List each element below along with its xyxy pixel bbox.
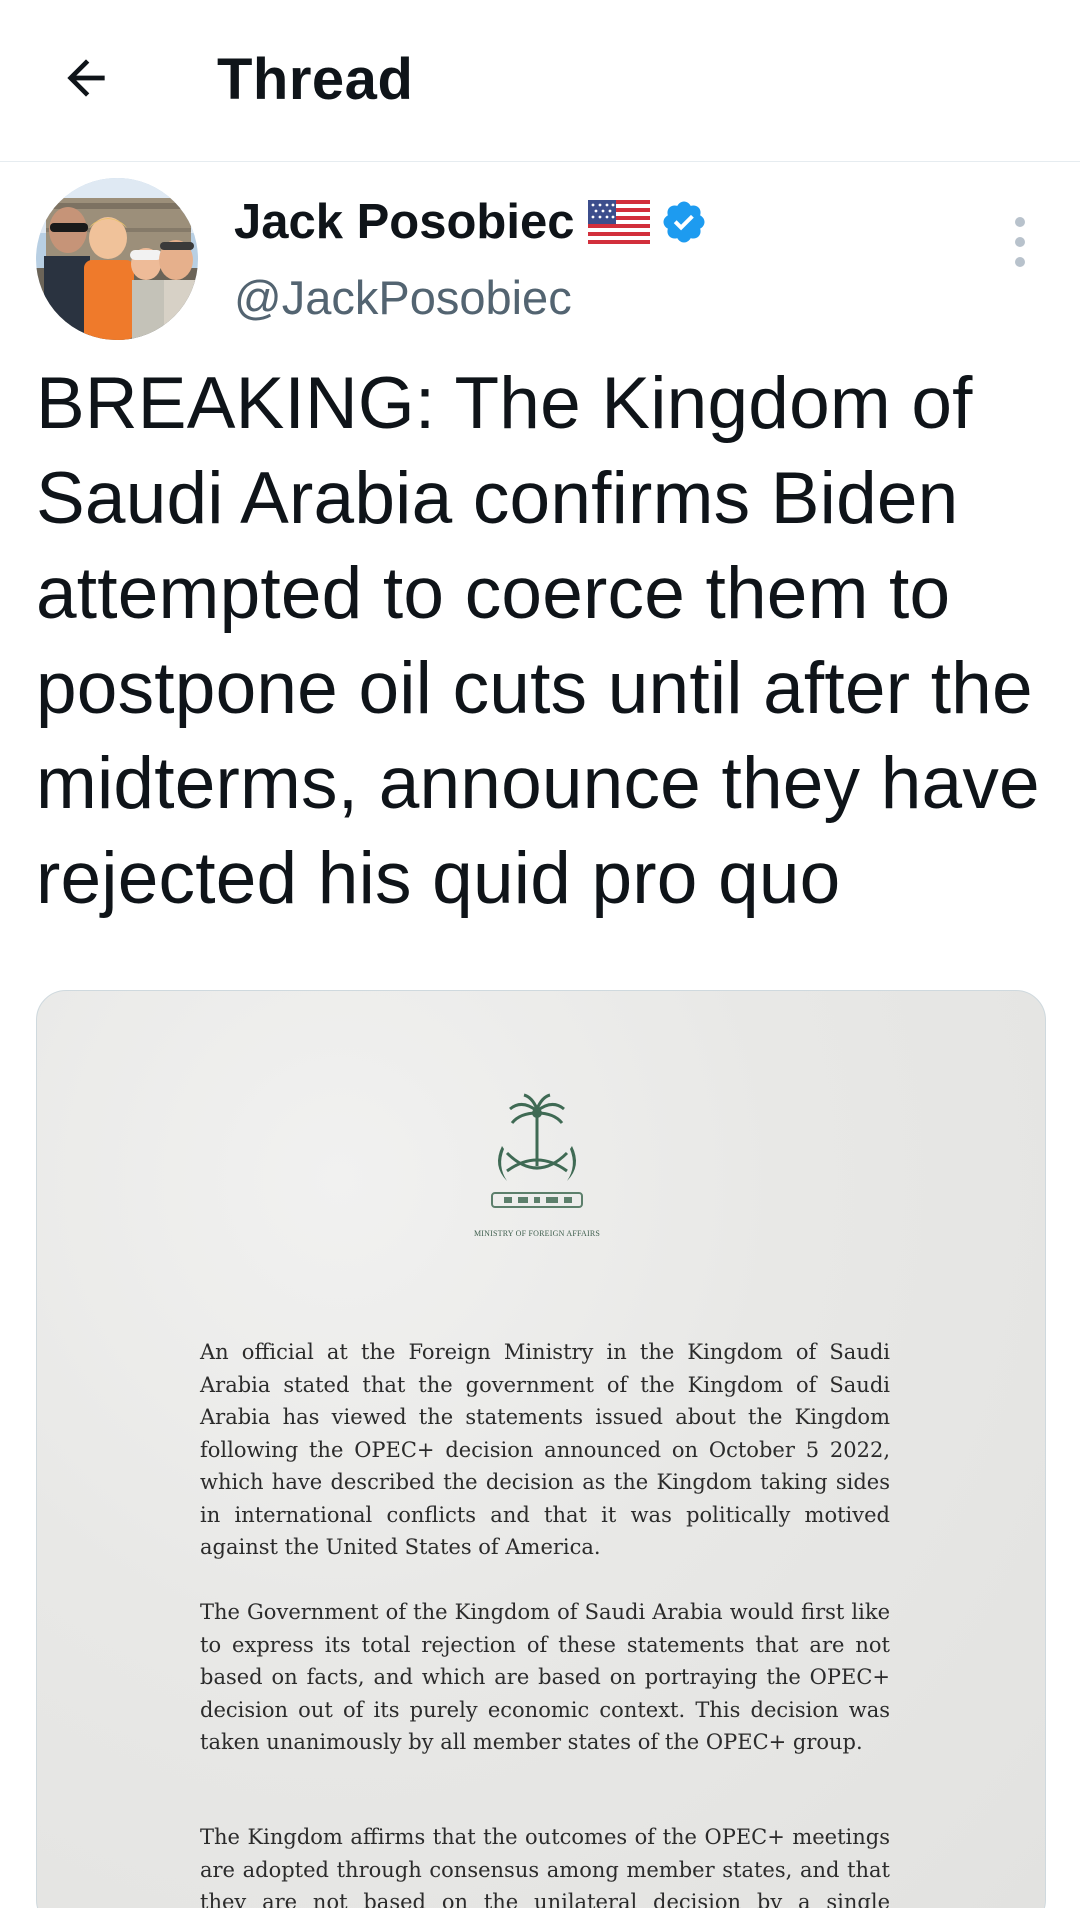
- tweet-media-image[interactable]: MINISTRY OF FOREIGN AFFAIRS An official …: [36, 990, 1046, 1908]
- author-handle[interactable]: @JackPosobiec: [234, 270, 572, 325]
- avatar[interactable]: [36, 178, 198, 340]
- back-button[interactable]: [52, 44, 120, 112]
- author-name-row[interactable]: Jack Posobiec: [234, 194, 708, 250]
- ministry-label: MINISTRY OF FOREIGN AFFAIRS: [473, 1229, 601, 1238]
- document-paragraph: An official at the Foreign Ministry in t…: [200, 1340, 890, 1559]
- us-flag-icon: [588, 200, 651, 244]
- author-name[interactable]: Jack Posobiec: [234, 194, 574, 250]
- tweet-author: Jack Posobiec @JackPosobiec: [0, 178, 1080, 348]
- document-paragraph: The Kingdom affirms that the outcomes of…: [200, 1825, 890, 1908]
- verified-badge-icon: [663, 201, 705, 243]
- page-title: Thread: [217, 47, 414, 112]
- arrow-left-icon: [67, 59, 105, 97]
- more-options-button[interactable]: [1000, 202, 1040, 282]
- tweet-text: BREAKING: The Kingdom of Saudi Arabia co…: [36, 363, 1040, 919]
- avatar-photo: [36, 178, 198, 340]
- dot: [1015, 237, 1025, 247]
- top-bar: Thread: [0, 0, 1080, 162]
- saudi-emblem-palm-swords-icon: [491, 1093, 583, 1208]
- document-paragraph: The Government of the Kingdom of Saudi A…: [200, 1600, 890, 1754]
- dot: [1015, 217, 1025, 227]
- dot: [1015, 257, 1025, 267]
